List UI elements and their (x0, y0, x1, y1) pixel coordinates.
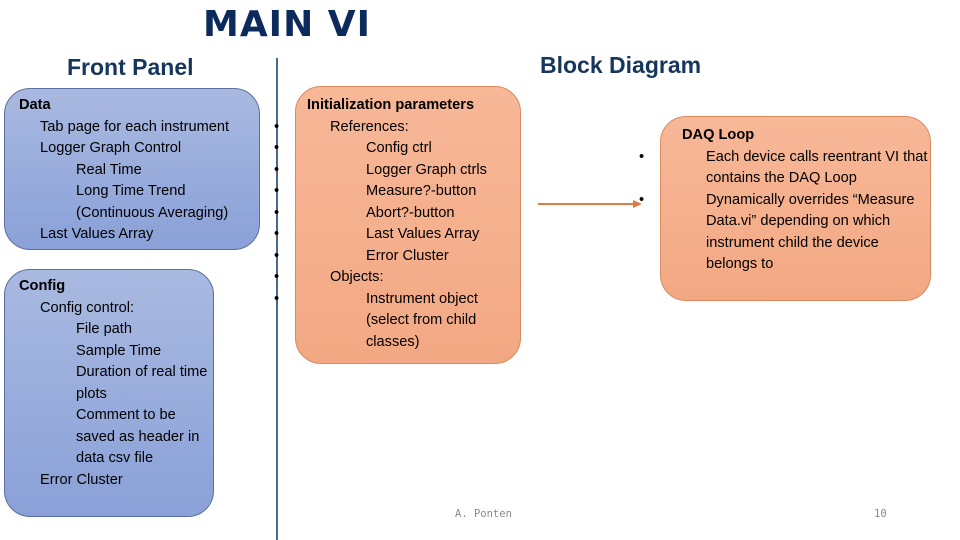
list-item: Logger Graph ctrls (274, 160, 520, 182)
daq-box-title: DAQ Loop (682, 127, 755, 143)
list-item: Tab page for each instrument (5, 117, 259, 139)
daq-box-list: Each device calls reentrant VI that cont… (639, 147, 930, 276)
init-parameters-box: Initialization parameters References:Con… (274, 86, 521, 364)
list-item: References: (274, 117, 520, 139)
front-panel-heading: Front Panel (67, 54, 194, 80)
list-item: Last Values Array (5, 224, 259, 246)
list-item: Each device calls reentrant VI that cont… (639, 147, 930, 190)
page-number: 10 (874, 508, 887, 520)
list-item: Comment to be saved as header in data cs… (5, 405, 213, 470)
list-item: Last Values Array (274, 224, 520, 246)
footer-author: A. Ponten (455, 508, 512, 520)
slide-title: MAIN VI (203, 4, 371, 45)
list-item: Measure?-button (274, 181, 520, 203)
block-diagram-heading: Block Diagram (540, 52, 702, 78)
data-box-list: Tab page for each instrumentLogger Graph… (5, 117, 259, 246)
arrow-right-icon (538, 200, 642, 208)
list-item: Error Cluster (5, 470, 213, 492)
daq-loop-box: DAQ Loop Each device calls reentrant VI … (639, 116, 931, 301)
list-item: File path (5, 319, 213, 341)
list-item: Config control: (5, 298, 213, 320)
init-box-list: References:Config ctrlLogger Graph ctrls… (274, 117, 520, 354)
list-item: Abort?-button (274, 203, 520, 225)
config-box-title: Config (19, 278, 66, 294)
list-item: Sample Time (5, 341, 213, 363)
data-box: Data Tab page for each instrumentLogger … (4, 88, 260, 250)
list-item: Duration of real time plots (5, 362, 213, 405)
config-box: Config Config control:File pathSample Ti… (4, 269, 214, 517)
list-item: Config ctrl (274, 138, 520, 160)
list-item: Objects: (274, 267, 520, 289)
list-item: Error Cluster (274, 246, 520, 268)
list-item: Dynamically overrides “Measure Data.vi” … (639, 190, 930, 276)
list-item: Long Time Trend (Continuous Averaging) (5, 181, 259, 224)
list-item: Real Time (5, 160, 259, 182)
data-box-title: Data (19, 97, 51, 113)
list-item: Instrument object (select from child cla… (274, 289, 520, 354)
list-item: Logger Graph Control (5, 138, 259, 160)
config-box-list: Config control:File pathSample TimeDurat… (5, 298, 213, 492)
init-box-title: Initialization parameters (307, 97, 475, 113)
